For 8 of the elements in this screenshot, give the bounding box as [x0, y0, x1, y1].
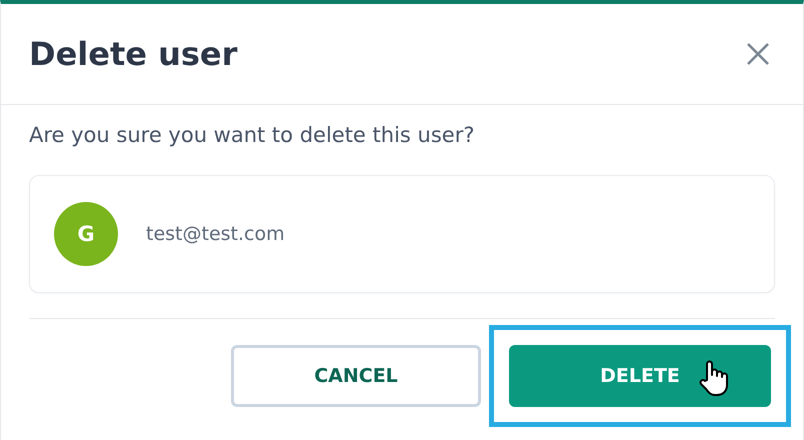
delete-button[interactable]: DELETE	[509, 345, 771, 407]
user-avatar: G	[54, 202, 118, 266]
cancel-button[interactable]: CANCEL	[231, 345, 481, 407]
hand-cursor-icon	[699, 360, 729, 398]
confirmation-message: Are you sure you want to delete this user?	[29, 123, 476, 147]
dialog-title: Delete user	[29, 35, 238, 73]
user-email: test@test.com	[146, 223, 285, 245]
close-icon	[745, 41, 771, 67]
